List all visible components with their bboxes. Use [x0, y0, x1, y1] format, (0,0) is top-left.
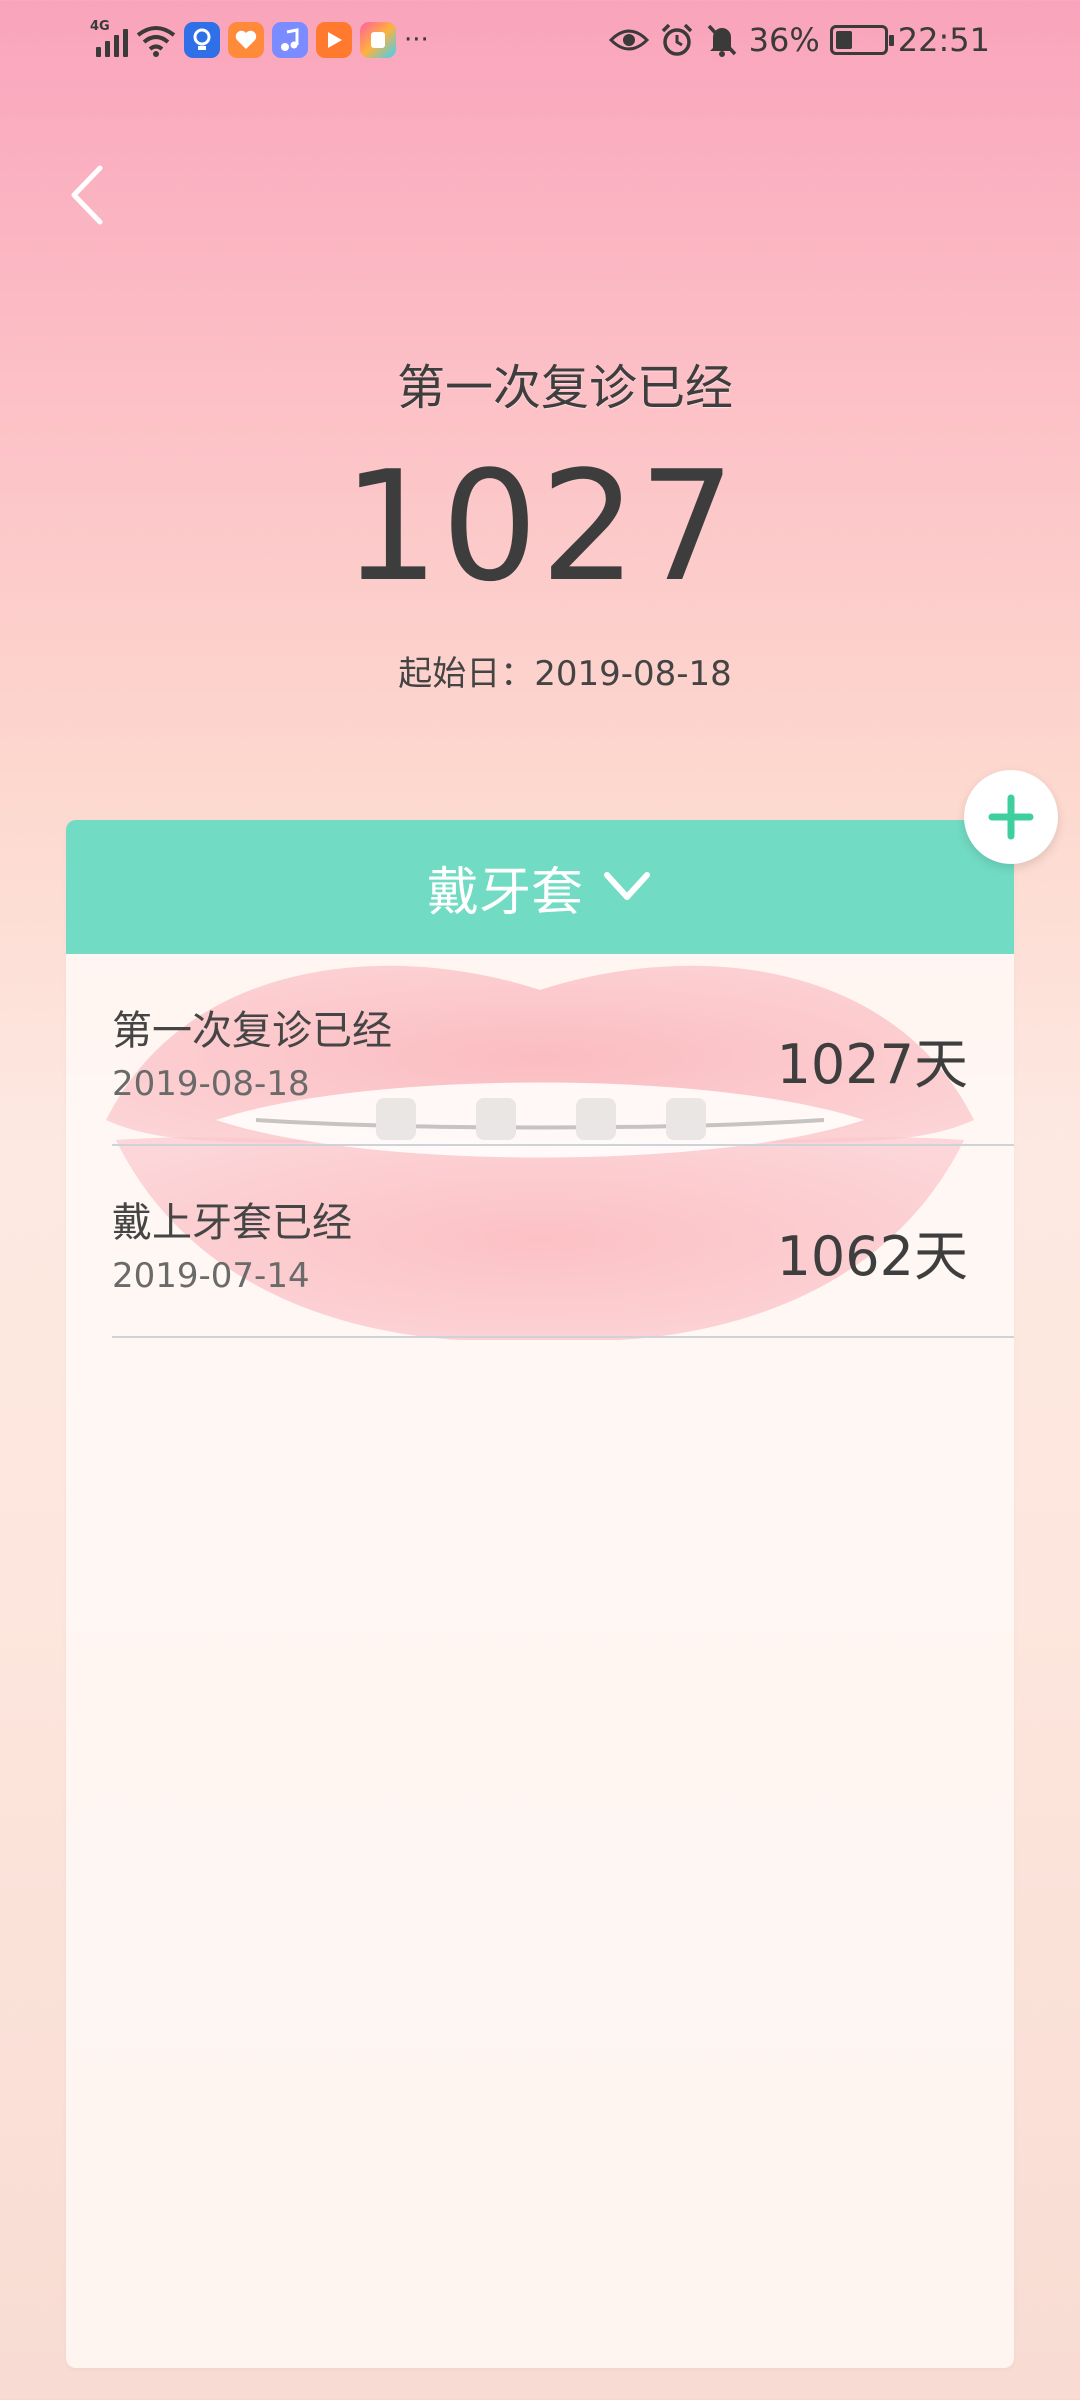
chevron-down-icon: [604, 872, 650, 900]
status-bar: 4G ··· 36% 22:51: [0, 0, 1080, 80]
alarm-icon: [661, 23, 692, 56]
hero-day-count: 1027: [342, 438, 738, 615]
eye-comfort-icon: [608, 29, 649, 51]
bulb-app-icon: [184, 22, 220, 58]
battery-icon: [829, 25, 894, 55]
cellular-signal-icon: 4G: [90, 19, 128, 57]
hero-title: 第一次复诊已经: [396, 360, 733, 416]
hero-start-date: 起始日：2019-08-18: [398, 654, 732, 694]
battery-level: [835, 31, 853, 49]
item-title: 第一次复诊已经: [112, 1008, 392, 1054]
list-item[interactable]: 戴上牙套已经 2019-07-14 1062天: [112, 1146, 1014, 1338]
network-type: 4G: [90, 19, 110, 34]
clock: 22:51: [897, 21, 990, 59]
plus-icon: [988, 794, 1034, 840]
item-day-count: 1027天: [776, 1033, 968, 1096]
status-bar-left: 4G ···: [90, 18, 429, 62]
store-app-icon: [360, 22, 396, 58]
video-app-icon: [316, 22, 352, 58]
item-date: 2019-07-14: [112, 1256, 310, 1296]
category-label: 戴牙套: [426, 862, 583, 923]
category-selector[interactable]: 戴牙套: [66, 820, 1014, 954]
mute-notifications-icon: [707, 24, 736, 57]
add-button[interactable]: [964, 770, 1058, 864]
heart-app-icon: [228, 22, 264, 58]
item-date: 2019-08-18: [112, 1064, 310, 1104]
list-item[interactable]: 第一次复诊已经 2019-08-18 1027天: [112, 954, 1014, 1146]
more-notifications-indicator: ···: [404, 25, 429, 55]
event-list-card: 戴牙套 第一次复诊已经 2019-08-18 1027天 戴上牙套已经 2019…: [66, 820, 1014, 2368]
item-day-count: 1062天: [776, 1225, 968, 1288]
chevron-left-icon: [71, 165, 103, 225]
item-title: 戴上牙套已经: [112, 1200, 352, 1246]
back-button[interactable]: [62, 160, 122, 230]
music-app-icon: [272, 22, 308, 58]
battery-percent: 36%: [748, 21, 820, 59]
wifi-icon: [136, 26, 176, 57]
status-bar-right: 36% 22:51: [608, 18, 990, 62]
